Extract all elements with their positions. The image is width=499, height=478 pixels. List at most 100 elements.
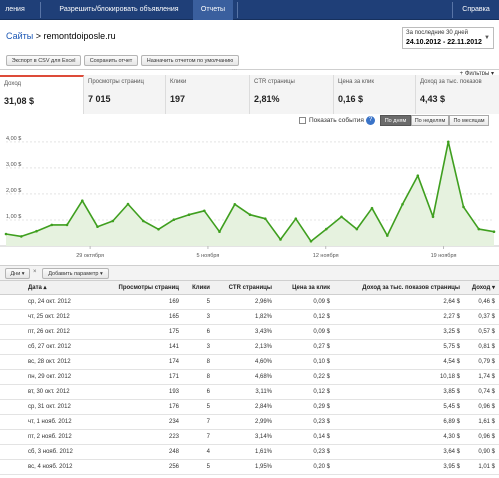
cell-revenue: 0,74 $: [478, 389, 495, 395]
nav-separator: [40, 2, 41, 18]
cell-revenue: 1,74 $: [478, 374, 495, 380]
table-row: пт, 26 окт. 2012 175 6 3,43% 0,09 $ 3,25 $ 0,5…: [0, 325, 499, 340]
metric-cpc[interactable]: Цена за клик 0,16 $: [334, 75, 416, 114]
breadcrumb-current: remontdoiposle.ru: [43, 31, 116, 41]
cell-ctr: 4,68%: [254, 374, 272, 380]
granularity-week-button[interactable]: По неделям: [411, 115, 449, 126]
cell-ctr: 2,96%: [254, 299, 272, 305]
metric-value: 4,43 $: [420, 94, 446, 104]
cell-clicks: 8: [206, 374, 210, 380]
cell-page-views: 169: [168, 299, 179, 305]
cell-date: пт, 26 окт. 2012: [28, 329, 70, 335]
col-cpc[interactable]: Цена за клик: [272, 281, 330, 294]
col-rpm[interactable]: Доход за тыс. показов страницы: [330, 281, 460, 294]
data-point: [447, 140, 450, 144]
nav-separator: [452, 2, 453, 18]
table-row: вт, 30 окт. 2012 193 6 3,11% 0,12 $ 3,85 $ 0,7…: [0, 385, 499, 400]
set-default-report-button[interactable]: Назначить отчетом по умолчанию: [141, 55, 239, 66]
table-row: пт, 2 нояб. 2012 223 7 3,14% 0,14 $ 4,30 $ 0,9…: [0, 430, 499, 445]
cell-ctr: 1,61%: [254, 449, 272, 455]
metric-page-ctr[interactable]: CTR страницы 2,81%: [250, 75, 334, 114]
metric-revenue[interactable]: Доход 31,08 $: [0, 75, 84, 114]
cell-page-views: 141: [168, 344, 179, 350]
data-point: [172, 218, 176, 221]
data-point: [462, 205, 465, 209]
cell-revenue: 0,46 $: [478, 299, 495, 305]
close-icon[interactable]: ×: [33, 269, 37, 275]
adsense-report-page: ления Разрешить/блокировать объявления О…: [0, 0, 499, 478]
cell-revenue: 0,79 $: [478, 359, 495, 365]
table-row: чт, 1 нояб. 2012 234 7 2,99% 0,23 $ 6,89 $ 1,6…: [0, 415, 499, 430]
data-point: [218, 230, 221, 233]
data-point: [370, 206, 374, 210]
y-tick-label: 3,00 $: [6, 162, 21, 168]
data-point: [4, 232, 8, 236]
data-point: [126, 202, 130, 206]
col-date[interactable]: Дата ▴: [28, 281, 47, 294]
data-point: [142, 219, 145, 223]
cell-cpc: 0,12 $: [313, 389, 330, 395]
cell-clicks: 4: [206, 449, 210, 455]
data-point: [492, 230, 496, 233]
date-range-label: За последние 30 дней: [406, 30, 468, 36]
cell-rpm: 2,27 $: [443, 314, 460, 320]
cell-cpc: 0,09 $: [313, 299, 330, 305]
col-clicks[interactable]: Клики: [180, 281, 210, 294]
tab-help[interactable]: Справка: [456, 0, 496, 20]
cell-page-views: 175: [168, 329, 179, 335]
data-point: [50, 223, 54, 227]
cell-ctr: 3,11%: [255, 389, 272, 395]
dimension-days-button[interactable]: Дни ▾: [5, 268, 30, 279]
table-row: ср, 24 окт. 2012 169 5 2,96% 0,09 $ 2,64 $ 0,4…: [0, 295, 499, 310]
col-page-ctr[interactable]: CTR страницы: [210, 281, 272, 294]
metric-clicks[interactable]: Клики 197: [166, 75, 250, 114]
metric-label: Доход за тыс. показов: [420, 79, 482, 85]
table-header: Дата ▴ Просмотры страниц Клики CTR стран…: [0, 281, 499, 295]
cell-rpm: 3,85 $: [443, 389, 460, 395]
chevron-down-icon: ▼: [484, 35, 490, 41]
cell-revenue: 1,01 $: [478, 464, 495, 470]
cell-rpm: 2,64 $: [443, 299, 460, 305]
data-point: [325, 227, 328, 231]
cell-page-views: 171: [168, 374, 179, 380]
date-range-picker[interactable]: За последние 30 дней 24.10.2012 - 22.11.…: [402, 27, 494, 49]
nav-separator: [237, 2, 238, 18]
cell-clicks: 5: [206, 404, 210, 410]
metric-page-views[interactable]: Просмотры страниц 7 015: [84, 75, 166, 114]
data-point: [233, 203, 237, 206]
help-icon[interactable]: ?: [366, 116, 375, 125]
table-row: сб, 27 окт. 2012 141 3 2,13% 0,27 $ 5,75 $ 0,8…: [0, 340, 499, 355]
data-point: [35, 229, 38, 233]
tab-ads[interactable]: ления: [0, 0, 30, 20]
save-report-button[interactable]: Сохранить отчет: [84, 55, 138, 66]
cell-date: вт, 30 окт. 2012: [28, 389, 70, 395]
cell-cpc: 0,09 $: [313, 329, 330, 335]
tab-reports[interactable]: Отчеты: [193, 0, 233, 20]
add-dimension-button[interactable]: Добавить параметр ▾: [42, 268, 109, 279]
cell-revenue: 0,96 $: [478, 434, 495, 440]
cell-cpc: 0,29 $: [313, 404, 330, 410]
granularity-month-button[interactable]: По месяцам: [449, 115, 489, 126]
show-events-label: Показать события: [309, 117, 364, 124]
show-events-checkbox[interactable]: [299, 117, 306, 124]
revenue-chart[interactable]: 1,00 $ 2,00 $ 3,00 $ 4,00 $ 29 октября 5 нояб…: [0, 128, 499, 264]
breadcrumb-sites-link[interactable]: Сайты: [6, 31, 33, 41]
metrics-bar: Доход 31,08 $ Просмотры страниц 7 015 Кл…: [0, 75, 499, 114]
tab-allow-block-ads[interactable]: Разрешить/блокировать объявления: [44, 0, 194, 20]
cell-clicks: 3: [206, 344, 210, 350]
export-csv-button[interactable]: Экспорт в CSV для Excel: [6, 55, 81, 66]
cell-page-views: 223: [168, 434, 179, 440]
col-page-views[interactable]: Просмотры страниц: [100, 281, 179, 294]
cell-cpc: 0,22 $: [313, 374, 330, 380]
data-point: [416, 174, 420, 177]
granularity-day-button[interactable]: По дням: [380, 115, 411, 126]
table-row: ср, 31 окт. 2012 176 5 2,84% 0,29 $ 5,45 $ 0,9…: [0, 400, 499, 415]
cell-revenue: 0,81 $: [478, 344, 495, 350]
metric-rpm[interactable]: Доход за тыс. показов 4,43 $: [416, 75, 499, 114]
cell-revenue: 0,96 $: [478, 404, 495, 410]
data-point: [431, 215, 435, 219]
data-point: [401, 203, 404, 206]
col-revenue[interactable]: Доход ▾: [460, 281, 495, 294]
cell-revenue: 0,57 $: [478, 329, 495, 335]
collapse-grip-icon[interactable]: ⋯: [232, 67, 240, 73]
